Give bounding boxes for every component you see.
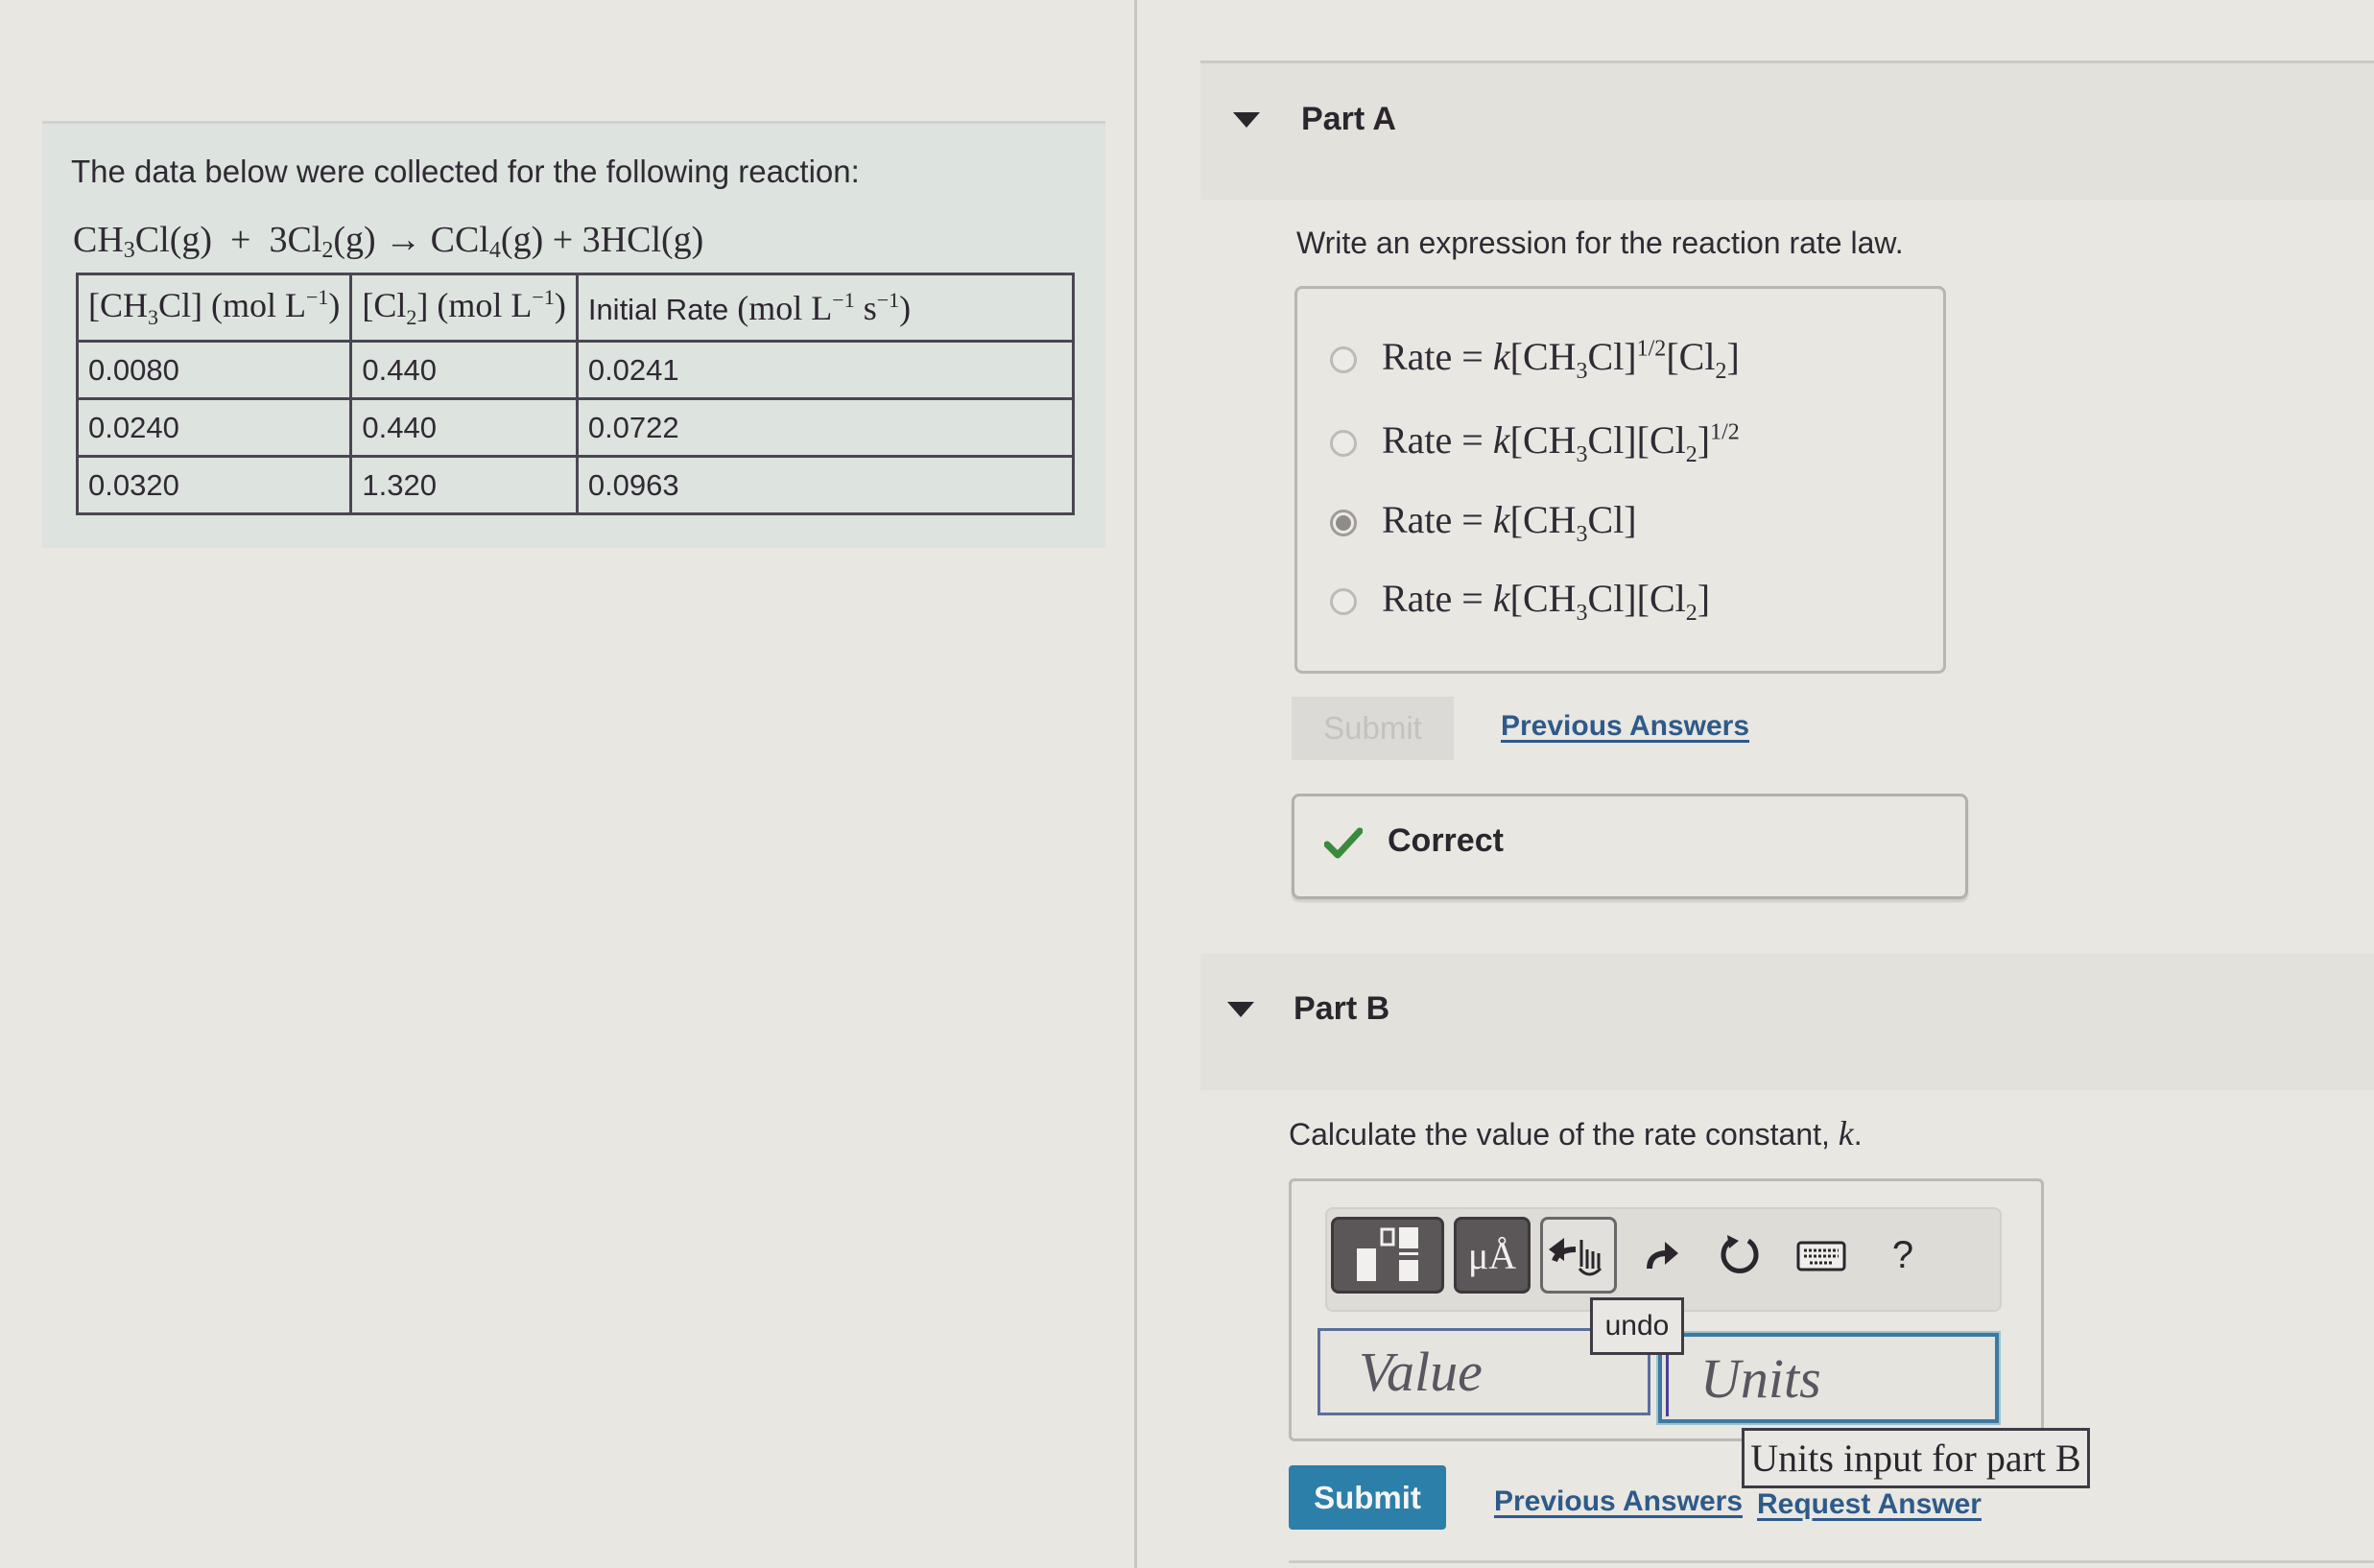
column-header-ch3cl: [CH3Cl] (mol L−1) [75,273,353,343]
part-b-previous-answers-link[interactable]: Previous Answers [1494,1485,1743,1518]
problem-intro: The data below were collected for the fo… [71,154,860,189]
table-row: 0.0320 1.320 0.0963 [75,455,1076,515]
option-label: Rate = k[CH3Cl][Cl2]1/2 [1382,418,1740,467]
reaction-equation: CH3Cl(g) + 3Cl2(g) → CCl4(g) + 3HCl(g) [73,219,703,264]
checkmark-icon [1324,827,1363,859]
part-b-submit-button[interactable]: Submit [1289,1465,1446,1530]
next-section-border [1289,1560,2374,1563]
option-1[interactable]: Rate = k[CH3Cl]1/2[Cl2] [1330,334,1740,385]
table-cell: 0.0241 [575,340,1076,400]
option-label: Rate = k[CH3Cl]1/2[Cl2] [1382,335,1740,384]
redo-button[interactable] [1636,1226,1690,1284]
table-row: 0.0240 0.440 0.0722 [75,397,1076,458]
plus-sign: + [230,220,251,260]
part-a-submit-button[interactable]: Submit [1292,697,1454,760]
units-icon: μÅ [1467,1233,1517,1277]
part-a-title[interactable]: Part A [1301,101,1396,138]
radio-button[interactable] [1330,429,1357,457]
plus-sign: + [552,220,574,260]
prompt-text: Calculate the value of the rate constant… [1289,1117,1830,1152]
units-input[interactable]: Units [1658,1333,1999,1423]
rate-data-table: [CH3Cl] (mol L−1) [Cl2] (mol L−1) Initia… [75,273,1076,515]
undo-icon [1549,1238,1602,1276]
option-4[interactable]: Rate = k[CH3Cl][Cl2] [1330,576,1710,627]
redo-icon [1647,1242,1678,1270]
prompt-variable: k [1838,1114,1854,1152]
undo-button[interactable] [1540,1217,1617,1294]
undo-tooltip: undo [1590,1297,1684,1355]
panel-divider [1134,0,1137,1568]
radio-button-selected[interactable] [1330,509,1357,536]
option-label: Rate = k[CH3Cl] [1382,498,1637,547]
reset-icon [1721,1235,1759,1273]
table-row: 0.0080 0.440 0.0241 [75,340,1076,400]
part-a-previous-answers-link[interactable]: Previous Answers [1501,710,1749,743]
product-ccl4: CCl4(g) [430,220,544,263]
feedback-status: Correct [1388,822,1504,859]
table-cell: 0.0722 [575,397,1076,458]
option-2[interactable]: Rate = k[CH3Cl][Cl2]1/2 [1330,417,1740,468]
radio-button[interactable] [1330,345,1357,373]
prompt-end: . [1853,1117,1863,1152]
part-a-prompt: Write an expression for the reaction rat… [1296,226,1904,260]
table-cell: 0.0240 [75,397,353,458]
table-cell: 0.440 [349,397,579,458]
part-b-title[interactable]: Part B [1294,990,1389,1028]
collapse-triangle-icon[interactable] [1233,112,1260,128]
option-3[interactable]: Rate = k[CH3Cl] [1330,497,1637,548]
product-hcl: 3HCl(g) [582,220,704,260]
templates-button[interactable] [1331,1217,1444,1294]
reaction-arrow: → [385,220,422,260]
reactant-ch3cl: CH3Cl(g) [73,220,213,263]
table-cell: 0.440 [349,340,579,400]
table-cell: 0.0963 [575,455,1076,515]
table-cell: 0.0080 [75,340,353,400]
radio-button[interactable] [1330,587,1357,615]
help-icon: ? [1891,1233,1914,1276]
units-tooltip: Units input for part B [1742,1428,2090,1488]
table-cell: 1.320 [349,455,579,515]
request-answer-link[interactable]: Request Answer [1757,1488,1982,1521]
table-cell: 0.0320 [75,455,353,515]
option-label: Rate = k[CH3Cl][Cl2] [1382,577,1711,626]
keyboard-button[interactable] [1788,1230,1855,1282]
reactant-cl2: 3Cl2(g) [269,220,376,263]
column-header-cl2: [Cl2] (mol L−1) [349,273,579,343]
keyboard-icon [1796,1241,1846,1271]
column-header-initial-rate: Initial Rate (mol L−1 s−1) [575,273,1076,343]
units-button[interactable]: μÅ [1454,1217,1531,1294]
part-b-prompt: Calculate the value of the rate constant… [1289,1113,1863,1153]
help-button[interactable]: ? [1874,1226,1932,1284]
collapse-triangle-icon[interactable] [1227,1002,1254,1017]
math-toolbar: μÅ ? [1325,1207,2002,1312]
templates-icon [1357,1227,1418,1281]
reset-button[interactable] [1711,1226,1769,1284]
